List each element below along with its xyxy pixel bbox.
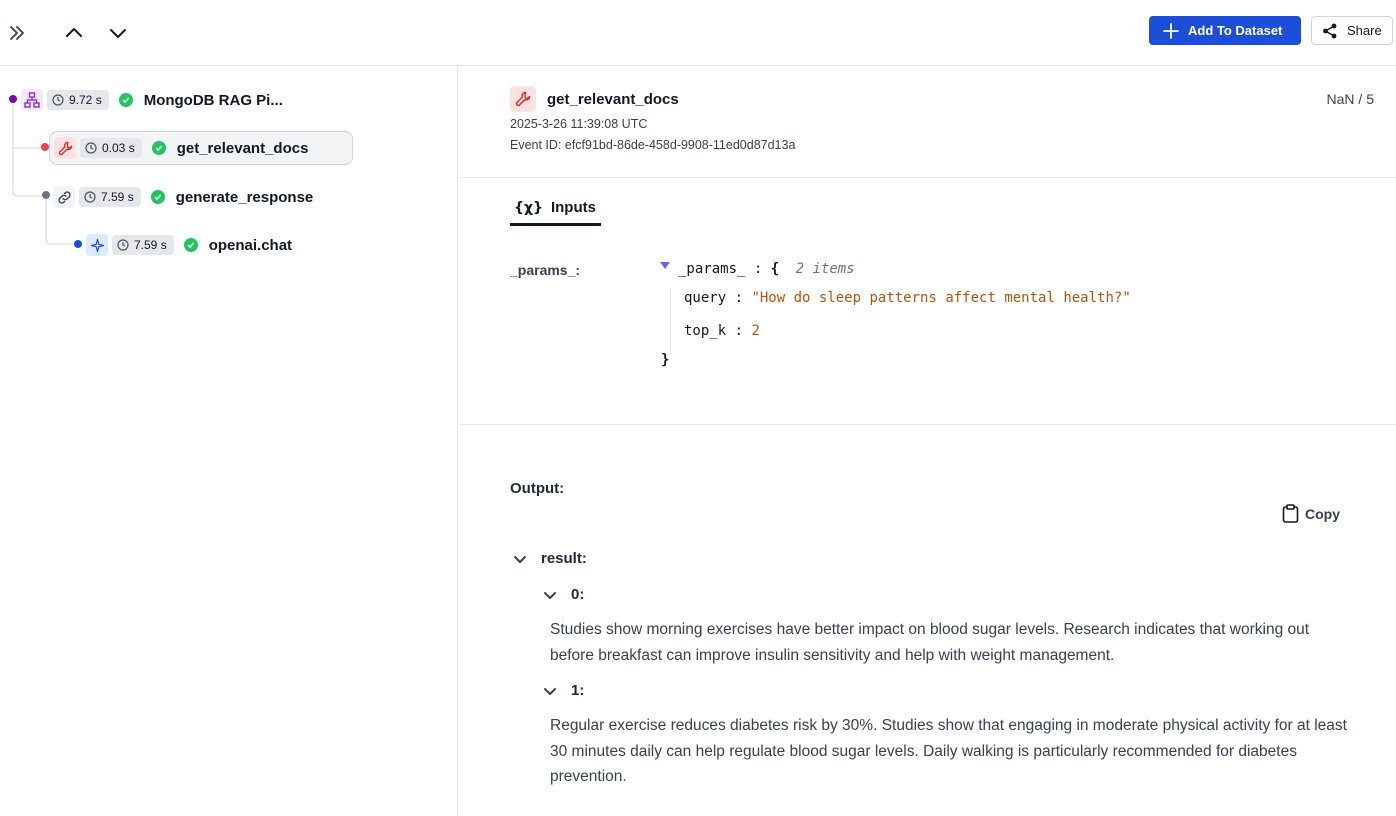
tab-inputs[interactable]: {χ} Inputs (510, 192, 601, 226)
collapse-caret-icon[interactable] (660, 262, 670, 269)
add-to-dataset-button[interactable]: Add To Dataset (1149, 16, 1301, 45)
tree-dot (42, 191, 50, 199)
json-key: query (684, 290, 727, 306)
clipboard-icon (1282, 504, 1299, 523)
result-key: result: (541, 550, 587, 567)
trace-tree: 9.72 s MongoDB RAG Pi... 0.03 s get_rele… (0, 66, 458, 816)
json-string-value: "How do sleep patterns affect mental hea… (751, 290, 1131, 306)
wrench-icon (510, 86, 536, 112)
node-name: get_relevant_docs (176, 139, 309, 157)
success-check-icon (118, 93, 133, 107)
result-item-text: Regular exercise reduces diabetes risk b… (550, 717, 1347, 785)
json-item-count: 2 items (795, 261, 855, 277)
result-item-text: Studies show morning exercises have bett… (550, 621, 1310, 664)
divider (459, 177, 1396, 178)
expand-sidebar-button[interactable] (4, 20, 30, 46)
duration-badge: 7.59 s (79, 187, 141, 207)
trace-node-generate-response[interactable]: 7.59 s generate_response (53, 180, 313, 214)
duration-badge: 0.03 s (80, 138, 142, 158)
span-timestamp: 2025-3-26 11:39:08 UTC (510, 117, 648, 131)
output-label: Output: (510, 480, 565, 497)
node-name: MongoDB RAG Pi... (143, 91, 283, 109)
span-title: get_relevant_docs (547, 91, 679, 108)
json-key: top_k (684, 323, 727, 339)
double-chevron-right-icon (10, 26, 24, 40)
success-check-icon (183, 238, 198, 252)
next-span-button[interactable] (106, 21, 130, 45)
chevron-down-icon (514, 555, 526, 563)
result-toggle[interactable]: result: (513, 550, 587, 567)
workflow-icon (21, 89, 43, 111)
success-check-icon (151, 141, 166, 155)
top-toolbar: Add To Dataset Share (0, 0, 1396, 66)
result-item-key: 1: (571, 682, 585, 699)
chevron-down-icon (544, 591, 556, 599)
json-indent-guide (670, 288, 671, 352)
span-counter: NaN / 5 (1326, 91, 1374, 107)
clock-icon (117, 239, 129, 251)
json-open-brace: { (770, 261, 780, 277)
previous-span-button[interactable] (62, 21, 86, 45)
add-to-dataset-label: Add To Dataset (1188, 23, 1283, 38)
link-icon (53, 186, 75, 208)
tree-dot (9, 95, 17, 103)
duration-badge: 7.59 s (112, 235, 174, 255)
clock-icon (52, 94, 64, 106)
event-id: Event ID: efcf91bd-86de-458d-9908-11ed0d… (510, 138, 796, 152)
node-name: openai.chat (208, 236, 293, 254)
wrench-icon (54, 137, 76, 159)
trace-node-openai-chat[interactable]: 7.59 s openai.chat (86, 228, 292, 262)
json-query-line: query : "How do sleep patterns affect me… (684, 290, 1131, 306)
chevron-down-icon (110, 29, 126, 38)
chevron-down-icon (544, 687, 556, 695)
result-item-toggle[interactable]: 0: (543, 586, 584, 603)
node-name: generate_response (175, 188, 314, 206)
trace-node-mongodb-rag-pipeline[interactable]: 9.72 s MongoDB RAG Pi... (21, 83, 283, 117)
share-button[interactable]: Share (1311, 16, 1393, 45)
share-icon (1323, 23, 1337, 38)
tree-dot (74, 240, 82, 248)
trace-node-get-relevant-docs[interactable]: 0.03 s get_relevant_docs (49, 131, 353, 165)
clock-icon (84, 191, 96, 203)
json-root-line: _params_ : { 2 items (678, 261, 855, 277)
share-label: Share (1347, 23, 1382, 38)
success-check-icon (150, 190, 165, 204)
clock-icon (85, 142, 97, 154)
json-close-line: } (661, 352, 669, 368)
sparkle-icon (86, 234, 108, 256)
duration-badge: 9.72 s (47, 90, 109, 110)
chevron-up-icon (66, 28, 82, 37)
result-item-toggle[interactable]: 1: (543, 682, 584, 699)
tree-dot (41, 143, 49, 151)
json-key: _params_ (678, 261, 746, 277)
tab-label: Inputs (550, 199, 596, 216)
span-detail-panel: get_relevant_docs 2025-3-26 11:39:08 UTC… (459, 66, 1396, 816)
json-number-value: 2 (751, 323, 760, 339)
plus-icon (1163, 22, 1179, 39)
param-label: _params_: (510, 262, 581, 278)
result-item-key: 0: (571, 586, 585, 603)
copy-button[interactable]: Copy (1282, 504, 1340, 523)
json-close-brace: } (661, 352, 670, 368)
json-topk-line: top_k : 2 (684, 323, 760, 339)
copy-label: Copy (1305, 505, 1340, 522)
variable-icon: {χ} (514, 199, 543, 216)
divider (459, 424, 1396, 425)
